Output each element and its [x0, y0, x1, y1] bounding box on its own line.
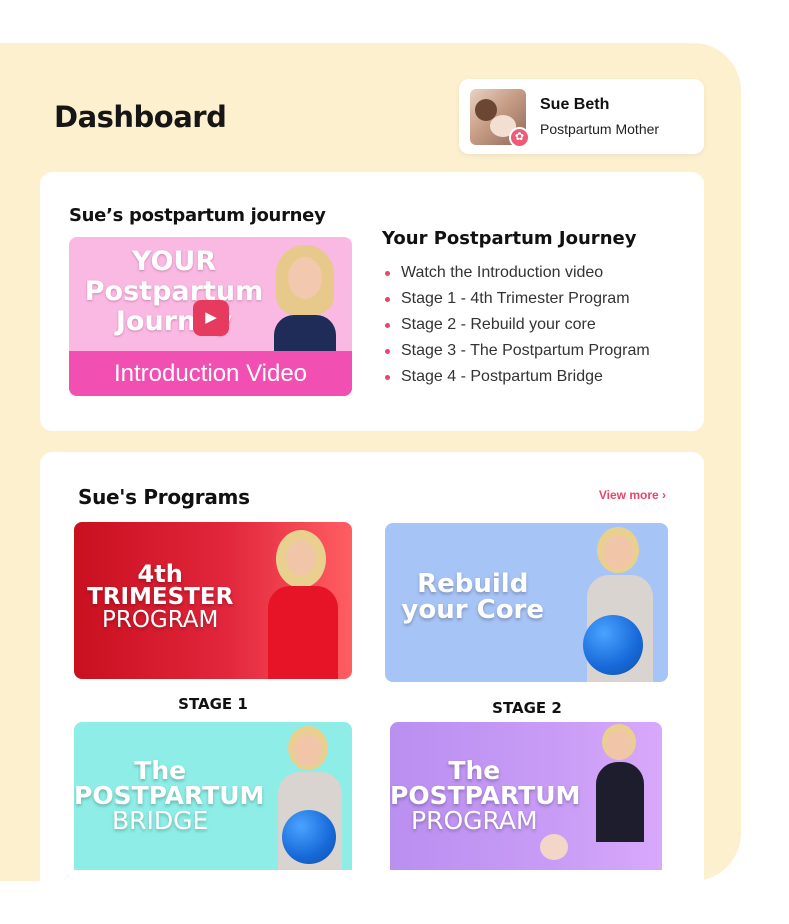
program-title-line: The	[448, 756, 501, 785]
journey-step: Stage 3 - The Postpartum Program	[385, 342, 650, 368]
journey-step: Stage 2 - Rebuild your core	[385, 316, 650, 342]
program-title-line: BRIDGE	[112, 806, 209, 835]
profile-card[interactable]: ✿ Sue Beth Postpartum Mother	[459, 79, 704, 154]
program-instructor-image	[590, 724, 650, 870]
baby-image	[540, 834, 584, 864]
program-title-line: POSTPARTUM	[390, 781, 581, 810]
program-instructor-image	[264, 530, 344, 679]
journey-steps-title: Your Postpartum Journey	[382, 228, 637, 249]
intro-video-title-line: YOUR	[131, 246, 217, 277]
program-title-line: 4th	[137, 560, 183, 588]
journey-step: Stage 1 - 4th Trimester Program	[385, 290, 650, 316]
exercise-ball-image	[282, 810, 336, 864]
view-more-link[interactable]: View more ›	[599, 488, 666, 502]
stage-label: STAGE 2	[492, 699, 562, 717]
program-title-line: your Core	[401, 595, 545, 625]
journey-card: Sue’s postpartum journey YOUR Postpartum…	[40, 172, 704, 431]
presenter-image	[270, 245, 340, 355]
program-card-rebuild-core[interactable]: Rebuild your Core	[385, 523, 668, 682]
program-title: The POSTPARTUM PROGRAM	[390, 756, 581, 835]
program-title: Rebuild your Core	[385, 571, 560, 623]
program-title-line: PROGRAM	[411, 806, 538, 835]
program-title-line: POSTPARTUM	[74, 781, 265, 810]
page-title: Dashboard	[54, 100, 227, 134]
program-title-line: The	[134, 756, 187, 785]
programs-card: Sue's Programs View more › 4th TRIMESTER…	[40, 452, 704, 882]
journey-card-title: Sue’s postpartum journey	[69, 205, 326, 226]
journey-steps-list: Watch the Introduction video Stage 1 - 4…	[385, 264, 650, 394]
intro-video-title: YOUR Postpartum Journey	[69, 247, 279, 337]
profile-role: Postpartum Mother	[540, 121, 660, 137]
exercise-ball-image	[583, 615, 643, 675]
program-card-postpartum-program[interactable]: The POSTPARTUM PROGRAM	[390, 722, 662, 870]
program-title: 4th TRIMESTER PROGRAM	[74, 562, 246, 632]
programs-title: Sue's Programs	[78, 485, 250, 509]
intro-video-title-line: Postpartum	[84, 276, 264, 307]
profile-name: Sue Beth	[540, 96, 610, 113]
intro-video-title-line: Journey	[115, 306, 233, 337]
baby-stroller-icon: ✿	[509, 127, 530, 148]
intro-video-subtitle: Introduction Video	[69, 351, 352, 396]
program-title-line: Rebuild	[417, 569, 529, 599]
journey-step: Stage 4 - Postpartum Bridge	[385, 368, 650, 394]
play-icon[interactable]: ▶	[193, 300, 229, 336]
stage-label: STAGE 1	[178, 695, 248, 713]
intro-video-thumbnail[interactable]: YOUR Postpartum Journey ▶ Introduction V…	[69, 237, 352, 396]
program-card-4th-trimester[interactable]: 4th TRIMESTER PROGRAM	[74, 522, 352, 679]
program-title: The POSTPARTUM BRIDGE	[74, 756, 265, 835]
program-title-line: TRIMESTER	[87, 584, 234, 610]
journey-step: Watch the Introduction video	[385, 264, 650, 290]
program-card-postpartum-bridge[interactable]: The POSTPARTUM BRIDGE	[74, 722, 352, 870]
program-title-line: PROGRAM	[101, 607, 219, 633]
